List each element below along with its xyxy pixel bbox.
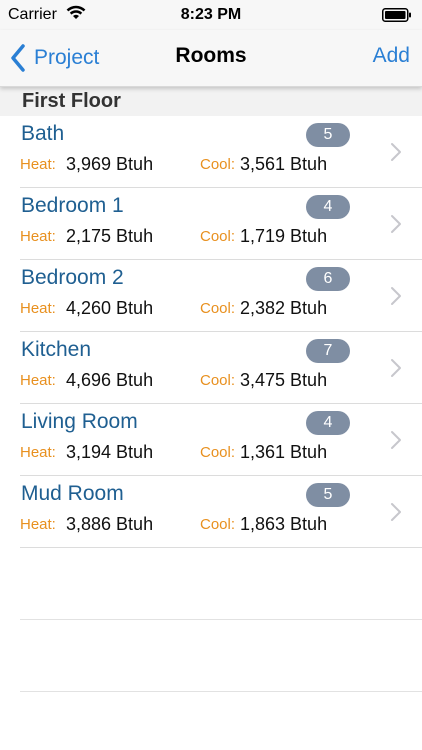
room-row-bath[interactable]: Bath 5 Heat: 3,969 Btuh Cool: 3,561 Btuh <box>0 116 422 188</box>
rooms-screen: Carrier 8:23 PM Project Rooms Add First … <box>0 0 422 750</box>
heat-value: 3,969 Btuh <box>66 154 154 174</box>
cool-label: Cool: <box>200 300 236 317</box>
chevron-left-icon <box>11 44 25 72</box>
cool-value: 1,719 Btuh <box>240 226 328 246</box>
back-button[interactable]: Project <box>10 42 99 74</box>
room-name: Bedroom 2 <box>21 266 124 289</box>
room-row-mud-room[interactable]: Mud Room 5 Heat: 3,886 Btuh Cool: 1,863 … <box>0 476 422 548</box>
chevron-right-icon <box>391 503 401 521</box>
heat-value: 3,886 Btuh <box>66 514 154 534</box>
navigation-bar: Project Rooms Add <box>0 30 422 87</box>
heat-value: 2,175 Btuh <box>66 226 154 246</box>
battery-icon <box>382 8 411 22</box>
cool-value: 1,361 Btuh <box>240 442 328 462</box>
add-room-button[interactable]: Add <box>373 44 410 68</box>
heat-label: Heat: <box>20 372 56 389</box>
room-name: Kitchen <box>21 338 92 361</box>
room-name: Living Room <box>21 410 138 433</box>
chevron-right-icon <box>391 359 401 377</box>
count-badge: 5 <box>306 483 350 507</box>
chevron-right-icon <box>391 215 401 233</box>
heat-label: Heat: <box>20 444 56 461</box>
status-bar: Carrier 8:23 PM <box>0 0 422 30</box>
cool-label: Cool: <box>200 372 236 389</box>
cool-value: 2,382 Btuh <box>240 298 328 318</box>
heat-value: 3,194 Btuh <box>66 442 154 462</box>
heat-value: 4,260 Btuh <box>66 298 154 318</box>
count-badge: 4 <box>306 195 350 219</box>
heat-value: 4,696 Btuh <box>66 370 154 390</box>
room-name: Bath <box>21 122 65 145</box>
heat-label: Heat: <box>20 228 56 245</box>
section-title: First Floor <box>22 90 121 112</box>
heat-label: Heat: <box>20 516 56 533</box>
count-badge: 6 <box>306 267 350 291</box>
chevron-right-icon <box>391 431 401 449</box>
chevron-right-icon <box>391 143 401 161</box>
count-badge: 5 <box>306 123 350 147</box>
room-name: Bedroom 1 <box>21 194 124 217</box>
cool-label: Cool: <box>200 228 236 245</box>
cool-value: 1,863 Btuh <box>240 514 328 534</box>
cool-label: Cool: <box>200 444 236 461</box>
empty-row <box>0 620 422 692</box>
room-row-living-room[interactable]: Living Room 4 Heat: 3,194 Btuh Cool: 1,3… <box>0 404 422 476</box>
heat-label: Heat: <box>20 156 56 173</box>
room-row-bedroom-2[interactable]: Bedroom 2 6 Heat: 4,260 Btuh Cool: 2,382… <box>0 260 422 332</box>
count-badge: 4 <box>306 411 350 435</box>
room-list: Bath 5 Heat: 3,969 Btuh Cool: 3,561 Btuh… <box>0 116 422 692</box>
back-button-label: Project <box>34 46 100 69</box>
empty-row <box>0 548 422 620</box>
heat-label: Heat: <box>20 300 56 317</box>
cool-label: Cool: <box>200 156 236 173</box>
cool-value: 3,561 Btuh <box>240 154 328 174</box>
chevron-right-icon <box>391 287 401 305</box>
section-header: First Floor <box>0 86 422 116</box>
room-row-bedroom-1[interactable]: Bedroom 1 4 Heat: 2,175 Btuh Cool: 1,719… <box>0 188 422 260</box>
count-badge: 7 <box>306 339 350 363</box>
clock: 8:23 PM <box>180 6 242 23</box>
cool-label: Cool: <box>200 516 236 533</box>
cool-value: 3,475 Btuh <box>240 370 328 390</box>
room-row-kitchen[interactable]: Kitchen 7 Heat: 4,696 Btuh Cool: 3,475 B… <box>0 332 422 404</box>
room-name: Mud Room <box>21 482 124 505</box>
